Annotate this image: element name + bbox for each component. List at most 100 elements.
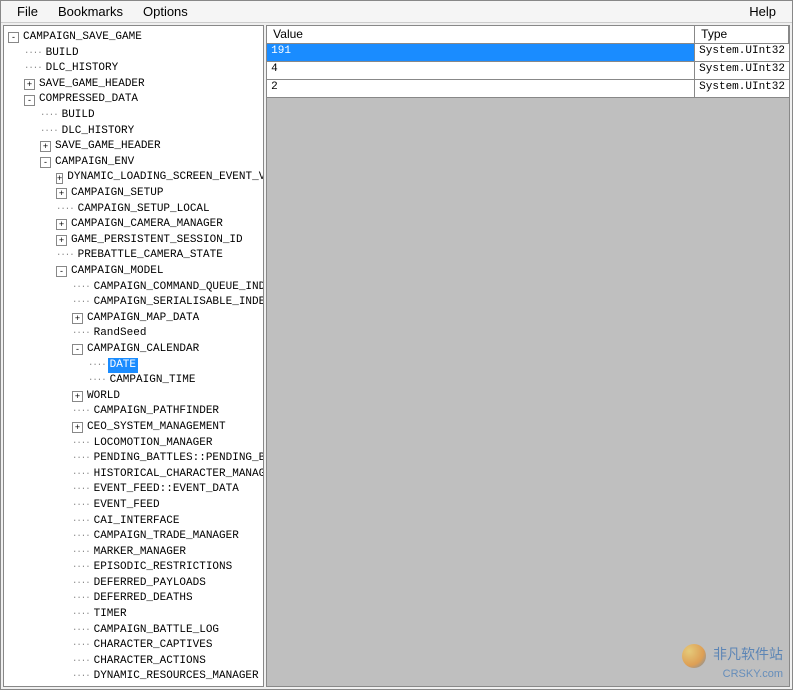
tree-node-label[interactable]: EVENT_FEED — [92, 498, 162, 513]
tree-node[interactable]: ····DEFERRED_DEATHS — [4, 591, 263, 607]
tree-node[interactable]: ····EPISODIC_RESTRICTIONS — [4, 560, 263, 576]
tree-node[interactable]: ····DLC_HISTORY — [4, 124, 263, 140]
tree-node[interactable]: +CAMPAIGN_SETUP — [4, 186, 263, 202]
expand-icon[interactable]: + — [40, 141, 51, 152]
tree-node-label[interactable]: SAVE_GAME_HEADER — [37, 77, 147, 92]
tree-node-label[interactable]: COMPRESSED_DATA — [37, 92, 140, 107]
tree-node[interactable]: -CAMPAIGN_ENV — [4, 155, 263, 171]
tree-panel[interactable]: -CAMPAIGN_SAVE_GAME····BUILD····DLC_HIST… — [3, 25, 264, 687]
tree-node[interactable]: ····PREBATTLE_CAMERA_STATE — [4, 248, 263, 264]
table-row[interactable]: 191System.UInt32 — [267, 44, 789, 62]
column-header-value[interactable]: Value — [267, 26, 695, 43]
tree-node[interactable]: ····CAMPAIGN_SETUP_LOCAL — [4, 202, 263, 218]
menu-help[interactable]: Help — [739, 2, 786, 21]
column-header-type[interactable]: Type — [695, 26, 789, 43]
tree-node[interactable]: ····HISTORICAL_CHARACTER_MANAGE — [4, 467, 263, 483]
tree-node[interactable]: +DYNAMIC_LOADING_SCREEN_EVENT_V — [4, 170, 263, 186]
tree-node[interactable]: ····CAMPAIGN_BATTLE_LOG — [4, 623, 263, 639]
tree-node[interactable]: +SAVE_GAME_HEADER — [4, 139, 263, 155]
tree-node-label[interactable]: CAMPAIGN_SETUP_LOCAL — [76, 202, 212, 217]
tree-node-label[interactable]: CHARACTER_ACTIONS — [92, 654, 208, 669]
tree-node-label[interactable]: DEFERRED_DEATHS — [92, 591, 195, 606]
expand-icon[interactable]: + — [72, 422, 83, 433]
tree-node-label[interactable]: CHARACTER_CAPTIVES — [92, 638, 215, 653]
cell-value[interactable]: 191 — [267, 44, 695, 61]
tree-node[interactable]: +CEO_SYSTEM_MANAGEMENT — [4, 420, 263, 436]
tree-node-label[interactable]: CAMPAIGN_CALENDAR — [85, 342, 201, 357]
tree-node-label[interactable]: HISTORICAL_CHARACTER_MANAGE — [92, 467, 265, 482]
tree-node[interactable]: ····EVENT_FEED — [4, 498, 263, 514]
tree-node[interactable]: ····DYNAMIC_RESOURCES_MANAGER — [4, 669, 263, 685]
table-row[interactable]: 4System.UInt32 — [267, 62, 789, 80]
tree-node-label[interactable]: DEFERRED_PAYLOADS — [92, 576, 208, 591]
tree-node[interactable]: ····TIMER — [4, 607, 263, 623]
tree-node-label[interactable]: TIMER — [92, 607, 129, 622]
collapse-icon[interactable]: - — [8, 32, 19, 43]
tree-node-label[interactable]: CAMPAIGN_TRADE_MANAGER — [92, 529, 241, 544]
tree-node-label[interactable]: EPISODIC_RESTRICTIONS — [92, 560, 235, 575]
tree-node[interactable]: ····CHARACTER_ACTIONS — [4, 654, 263, 670]
tree-node[interactable]: ····EVENT_FEED::EVENT_DATA — [4, 482, 263, 498]
tree-node[interactable]: ····RandSeed — [4, 326, 263, 342]
tree-node[interactable]: ····LOADING_SCREEN_SPEECH_FRAGM — [4, 685, 263, 687]
tree-node-label[interactable]: BUILD — [60, 108, 97, 123]
tree-node-label[interactable]: DLC_HISTORY — [60, 124, 137, 139]
tree-node[interactable]: ····DATE — [4, 357, 263, 373]
tree-node-label[interactable]: DYNAMIC_LOADING_SCREEN_EVENT_V — [65, 170, 264, 185]
tree-node-label[interactable]: CAI_INTERFACE — [92, 514, 182, 529]
tree-node[interactable]: ····CAMPAIGN_TRADE_MANAGER — [4, 529, 263, 545]
tree-node-label[interactable]: DYNAMIC_RESOURCES_MANAGER — [92, 669, 261, 684]
tree-node[interactable]: +GAME_PERSISTENT_SESSION_ID — [4, 233, 263, 249]
cell-value[interactable]: 4 — [267, 62, 695, 79]
tree-node-label[interactable]: PREBATTLE_CAMERA_STATE — [76, 248, 225, 263]
tree-node[interactable]: -CAMPAIGN_SAVE_GAME — [4, 30, 263, 46]
tree-node-label[interactable]: PENDING_BATTLES::PENDING_BA — [92, 451, 265, 466]
tree-node-label[interactable]: DATE — [108, 358, 138, 373]
expand-icon[interactable]: + — [56, 173, 63, 184]
tree-node[interactable]: ····CAI_INTERFACE — [4, 513, 263, 529]
tree-node-label[interactable]: LOCOMOTION_MANAGER — [92, 436, 215, 451]
tree-node[interactable]: +CAMPAIGN_MAP_DATA — [4, 311, 263, 327]
tree-node-label[interactable]: BUILD — [44, 46, 81, 61]
tree-node-label[interactable]: EVENT_FEED::EVENT_DATA — [92, 482, 241, 497]
tree-node[interactable]: +CAMPAIGN_CAMERA_MANAGER — [4, 217, 263, 233]
tree-node[interactable]: ····CAMPAIGN_COMMAND_QUEUE_INDU — [4, 280, 263, 296]
tree-node-label[interactable]: RandSeed — [92, 326, 149, 341]
tree-node[interactable]: +WORLD — [4, 389, 263, 405]
tree-node-label[interactable]: MARKER_MANAGER — [92, 545, 188, 560]
expand-icon[interactable]: + — [56, 219, 67, 230]
expand-icon[interactable]: + — [24, 79, 35, 90]
tree-node-label[interactable]: SAVE_GAME_HEADER — [53, 139, 163, 154]
tree-node[interactable]: ····PENDING_BATTLES::PENDING_BA — [4, 451, 263, 467]
collapse-icon[interactable]: - — [72, 344, 83, 355]
tree-node[interactable]: ····CAMPAIGN_PATHFINDER — [4, 404, 263, 420]
tree-node[interactable]: ····BUILD — [4, 108, 263, 124]
expand-icon[interactable]: + — [72, 313, 83, 324]
tree-node-label[interactable]: CAMPAIGN_SAVE_GAME — [21, 30, 144, 45]
tree-node[interactable]: ····CAMPAIGN_SERIALISABLE_INDEX — [4, 295, 263, 311]
tree-node-label[interactable]: CEO_SYSTEM_MANAGEMENT — [85, 420, 228, 435]
tree-node[interactable]: -COMPRESSED_DATA — [4, 92, 263, 108]
expand-icon[interactable]: + — [56, 188, 67, 199]
tree-node-label[interactable]: CAMPAIGN_MODEL — [69, 264, 165, 279]
tree-node[interactable]: ····DLC_HISTORY — [4, 61, 263, 77]
tree-node[interactable]: ····CAMPAIGN_TIME — [4, 373, 263, 389]
tree-node-label[interactable]: CAMPAIGN_ENV — [53, 155, 136, 170]
tree-node-label[interactable]: CAMPAIGN_BATTLE_LOG — [92, 623, 221, 638]
tree-node[interactable]: ····BUILD — [4, 46, 263, 62]
tree-node-label[interactable]: DLC_HISTORY — [44, 61, 121, 76]
collapse-icon[interactable]: - — [40, 157, 51, 168]
tree-node-label[interactable]: CAMPAIGN_MAP_DATA — [85, 311, 201, 326]
tree-node-label[interactable]: CAMPAIGN_CAMERA_MANAGER — [69, 217, 225, 232]
tree-node-label[interactable]: CAMPAIGN_SERIALISABLE_INDEX — [92, 295, 265, 310]
table-row[interactable]: 2System.UInt32 — [267, 80, 789, 98]
tree-node-label[interactable]: CAMPAIGN_COMMAND_QUEUE_INDU — [92, 280, 265, 295]
tree-node[interactable]: +SAVE_GAME_HEADER — [4, 77, 263, 93]
tree-node-label[interactable]: CAMPAIGN_PATHFINDER — [92, 404, 221, 419]
menu-file[interactable]: File — [7, 2, 48, 21]
tree-node[interactable]: -CAMPAIGN_MODEL — [4, 264, 263, 280]
tree-node-label[interactable]: GAME_PERSISTENT_SESSION_ID — [69, 233, 245, 248]
expand-icon[interactable]: + — [56, 235, 67, 246]
menu-options[interactable]: Options — [133, 2, 198, 21]
tree-node-label[interactable]: LOADING_SCREEN_SPEECH_FRAGM — [92, 685, 265, 687]
